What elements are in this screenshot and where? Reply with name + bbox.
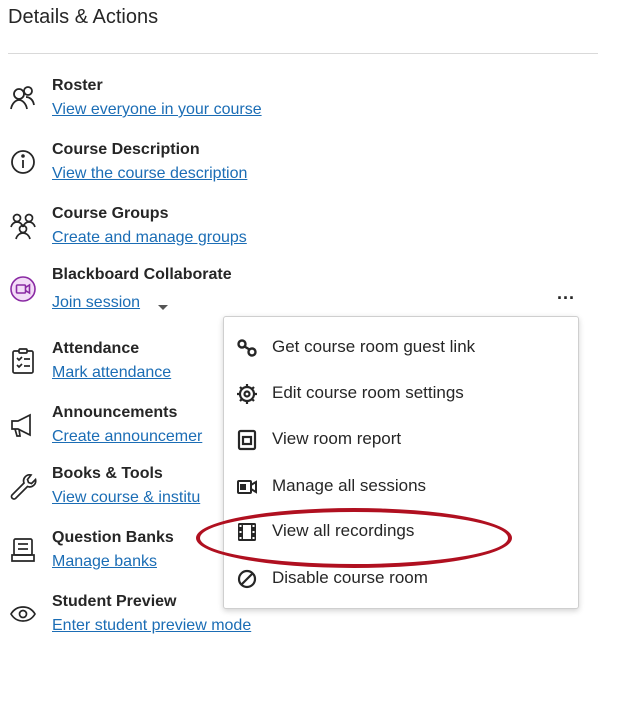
menu-item-label: Manage all sessions xyxy=(272,476,427,495)
info-icon xyxy=(8,147,38,177)
collaborate-icon xyxy=(8,274,38,304)
collaborate-title: Blackboard Collaborate xyxy=(52,266,232,283)
menu-item-label: View all recordings xyxy=(272,521,415,540)
join-session-link[interactable]: Join session xyxy=(52,294,140,312)
report-icon xyxy=(236,429,258,451)
announcements-title: Announcements xyxy=(52,404,178,421)
course-description-title: Course Description xyxy=(52,141,200,158)
attendance-icon xyxy=(8,346,38,376)
menu-item-guest-link[interactable]: Get course room guest link xyxy=(224,325,578,371)
sessions-icon xyxy=(236,476,258,498)
announcements-link[interactable]: Create announcemer xyxy=(52,428,202,446)
student-preview-title: Student Preview xyxy=(52,593,177,610)
groups-icon xyxy=(8,211,38,241)
course-groups-link[interactable]: Create and manage groups xyxy=(52,229,247,247)
question-banks-title: Question Banks xyxy=(52,529,174,546)
menu-item-label: Get course room guest link xyxy=(272,337,476,356)
menu-item-label: View room report xyxy=(272,429,402,448)
detail-item-roster: Roster View everyone in your course xyxy=(0,77,320,133)
link-icon xyxy=(236,337,258,359)
collaborate-options-menu: Get course room guest link Edit course r… xyxy=(223,316,579,609)
more-options-button[interactable]: ... xyxy=(557,283,575,304)
course-groups-title: Course Groups xyxy=(52,205,169,222)
detail-item-collaborate: Blackboard Collaborate Join session xyxy=(0,266,320,322)
detail-item-course-description: Course Description View the course descr… xyxy=(0,141,320,197)
divider xyxy=(8,53,598,54)
course-description-link[interactable]: View the course description xyxy=(52,165,247,183)
student-preview-link[interactable]: Enter student preview mode xyxy=(52,617,251,635)
question-bank-icon xyxy=(8,535,38,565)
disable-icon xyxy=(236,568,258,590)
gear-icon xyxy=(236,383,258,405)
wrench-icon xyxy=(8,471,38,501)
chevron-down-icon[interactable] xyxy=(157,299,169,317)
menu-item-label: Disable course room xyxy=(272,568,428,587)
books-tools-link[interactable]: View course & institu xyxy=(52,489,200,507)
menu-item-manage-sessions[interactable]: Manage all sessions xyxy=(224,464,578,510)
roster-title: Roster xyxy=(52,77,103,94)
megaphone-icon xyxy=(8,410,38,440)
detail-item-course-groups: Course Groups Create and manage groups xyxy=(0,205,320,261)
attendance-link[interactable]: Mark attendance xyxy=(52,364,171,382)
question-banks-link[interactable]: Manage banks xyxy=(52,553,157,571)
page-title: Details & Actions xyxy=(8,6,159,28)
books-tools-title: Books & Tools xyxy=(52,465,163,482)
menu-item-disable-room[interactable]: Disable course room xyxy=(224,556,578,602)
roster-icon xyxy=(8,83,38,113)
menu-item-edit-settings[interactable]: Edit course room settings xyxy=(224,371,578,417)
menu-item-room-report[interactable]: View room report xyxy=(224,417,578,463)
menu-item-view-recordings[interactable]: View all recordings xyxy=(224,509,578,555)
eye-icon xyxy=(8,599,38,629)
film-icon xyxy=(236,521,258,543)
menu-item-label: Edit course room settings xyxy=(272,383,464,402)
roster-link[interactable]: View everyone in your course xyxy=(52,101,262,119)
attendance-title: Attendance xyxy=(52,340,140,357)
